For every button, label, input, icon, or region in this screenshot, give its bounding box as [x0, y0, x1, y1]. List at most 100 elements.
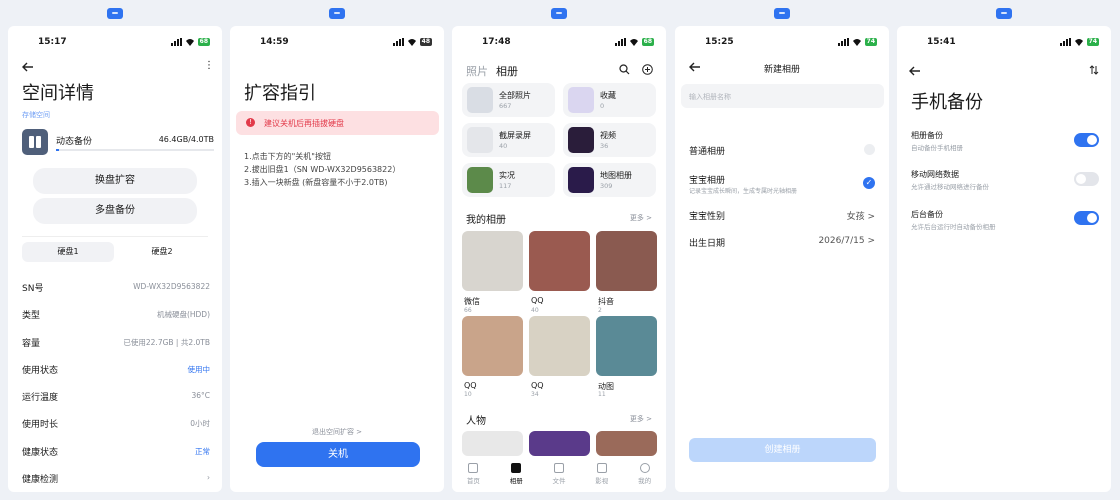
- option-baby-album[interactable]: 宝宝相册: [689, 173, 725, 186]
- wifi-icon: [852, 39, 861, 46]
- shutdown-button[interactable]: 关机: [256, 442, 420, 467]
- person-thumb[interactable]: [462, 431, 523, 456]
- album-icon: [511, 463, 522, 473]
- signal-icon: [170, 38, 182, 46]
- tab-disk1[interactable]: 硬盘1: [22, 242, 114, 262]
- screen-new-album: 15:25 74 新建相册 输入相册名称 普通相册 宝宝相册 记录宝宝成长瞬间，…: [675, 26, 889, 492]
- search-icon[interactable]: [619, 64, 630, 75]
- row-health-status: 健康状态 正常: [22, 447, 210, 458]
- exit-expand-link[interactable]: 退出空间扩容 >: [230, 427, 444, 437]
- album-name-input[interactable]: 输入相册名称: [681, 84, 884, 108]
- album-thumb-douyin[interactable]: [596, 231, 657, 291]
- status-bar: 15:25 74: [675, 37, 889, 51]
- gender-value[interactable]: 女孩 >: [847, 209, 875, 222]
- warning-banner: ! 建议关机后再插拔硬盘: [236, 111, 439, 135]
- battery-icon: 68: [641, 38, 654, 46]
- toggle-album-backup[interactable]: [1074, 133, 1099, 147]
- album-thumb-qq-2[interactable]: [462, 316, 523, 376]
- album-thumb-gif[interactable]: [596, 316, 657, 376]
- toggle-mobile-data[interactable]: [1074, 172, 1099, 186]
- album-card-live[interactable]: 实况 117: [462, 163, 555, 197]
- signal-icon: [392, 38, 404, 46]
- album-card-videos[interactable]: 视频 36: [563, 123, 656, 157]
- my-albums-more-link[interactable]: 更多 >: [630, 213, 652, 223]
- tab-albums[interactable]: 相册: [496, 63, 518, 79]
- people-more-link[interactable]: 更多 >: [630, 414, 652, 424]
- setting-desc: 自动备份手机相册: [911, 144, 963, 152]
- album-name: QQ: [531, 296, 544, 305]
- row-health-check[interactable]: 健康检测 ›: [22, 472, 216, 488]
- album-count: 2: [598, 307, 602, 314]
- tab-files[interactable]: 文件: [544, 456, 574, 492]
- tab-media[interactable]: 影视: [587, 456, 617, 492]
- sort-icon[interactable]: [1089, 65, 1099, 75]
- window-indicator: [774, 8, 790, 19]
- step-3: 3.插入一块新盘 (新盘容量不小于2.0TB): [244, 178, 388, 187]
- folder-icon: [553, 463, 564, 473]
- back-arrow-icon[interactable]: [22, 62, 34, 72]
- page-title: 空间详情: [22, 83, 94, 104]
- album-count: 66: [464, 307, 472, 314]
- album-thumbnail: [467, 87, 493, 113]
- album-count: 11: [598, 391, 606, 398]
- tab-home[interactable]: 首页: [458, 456, 488, 492]
- album-thumbnail: [568, 87, 594, 113]
- status-time: 15:25: [705, 37, 734, 47]
- album-thumbnail: [568, 127, 594, 153]
- baby-album-desc: 记录宝宝成长瞬间，生成专属时光轴相册: [689, 188, 798, 195]
- album-thumb-qq-3[interactable]: [529, 316, 590, 376]
- create-album-button[interactable]: 创建相册: [689, 438, 876, 462]
- warning-icon: !: [246, 118, 255, 127]
- setting-mobile-data: 移动网络数据: [911, 170, 959, 179]
- birthday-value[interactable]: 2026/7/15 >: [818, 236, 875, 246]
- home-icon: [468, 463, 479, 473]
- wifi-icon: [1074, 39, 1083, 46]
- screen-space-details: 15:17 68 ⋮ 空间详情 存储空间 动态备份 46.4GB/4.0TB 换…: [8, 26, 222, 492]
- row-temperature: 运行温度 36°C: [22, 391, 210, 403]
- tab-albums-bottom[interactable]: 相册: [501, 456, 531, 492]
- backup-name: 动态备份: [56, 137, 93, 147]
- section-label: 存储空间: [22, 111, 50, 119]
- radio-baby-album-checked[interactable]: ✓: [863, 177, 875, 189]
- screen-albums: 17:48 68 照片 相册 全部照片 667 收藏 0 截屏录屏 40 视频 36 实…: [452, 26, 666, 492]
- album-card-favorites[interactable]: 收藏 0: [563, 83, 656, 117]
- album-card-all-photos[interactable]: 全部照片 667: [462, 83, 555, 117]
- tab-photos[interactable]: 照片: [466, 63, 488, 79]
- battery-icon: 74: [1086, 38, 1099, 46]
- album-thumb-wechat[interactable]: [462, 231, 523, 291]
- album-card-screenshots[interactable]: 截屏录屏 40: [462, 123, 555, 157]
- status-time: 14:59: [260, 37, 289, 47]
- radio-normal-album[interactable]: [864, 144, 875, 155]
- tv-icon: [596, 463, 607, 473]
- people-heading: 人物: [466, 416, 486, 427]
- birthday-label: 出生日期: [689, 239, 726, 249]
- add-icon[interactable]: [642, 64, 653, 75]
- album-count: 40: [531, 307, 539, 314]
- tab-me[interactable]: 我的: [630, 456, 660, 492]
- toggle-background-backup[interactable]: [1074, 211, 1099, 225]
- window-indicator: [107, 8, 123, 19]
- signal-icon: [1059, 38, 1071, 46]
- page-title: 新建相册: [763, 65, 800, 75]
- tab-disk2[interactable]: 硬盘2: [116, 242, 208, 262]
- page-title: 扩容指引: [244, 83, 316, 104]
- person-thumb[interactable]: [596, 431, 657, 456]
- usage-bar: [56, 149, 214, 151]
- more-icon[interactable]: ⋮: [204, 60, 214, 71]
- back-arrow-icon[interactable]: [909, 66, 921, 76]
- backup-usage: 46.4GB/4.0TB: [158, 135, 214, 144]
- bottom-tab-bar: 首页 相册 文件 影视 我的: [452, 456, 666, 492]
- multi-disk-backup-button[interactable]: 多盘备份: [33, 198, 197, 224]
- wifi-icon: [185, 39, 194, 46]
- status-time: 15:41: [927, 37, 956, 47]
- swap-expand-button[interactable]: 换盘扩容: [33, 168, 197, 194]
- my-albums-heading: 我的相册: [466, 215, 506, 226]
- row-capacity: 容量 已使用22.7GB | 共2.0TB: [22, 338, 210, 349]
- album-thumb-qq[interactable]: [529, 231, 590, 291]
- album-card-map[interactable]: 地图相册 309: [563, 163, 656, 197]
- gender-label: 宝宝性别: [689, 212, 726, 222]
- person-thumb[interactable]: [529, 431, 590, 456]
- option-normal-album[interactable]: 普通相册: [689, 144, 725, 157]
- window-indicator: [329, 8, 345, 19]
- signal-icon: [614, 38, 626, 46]
